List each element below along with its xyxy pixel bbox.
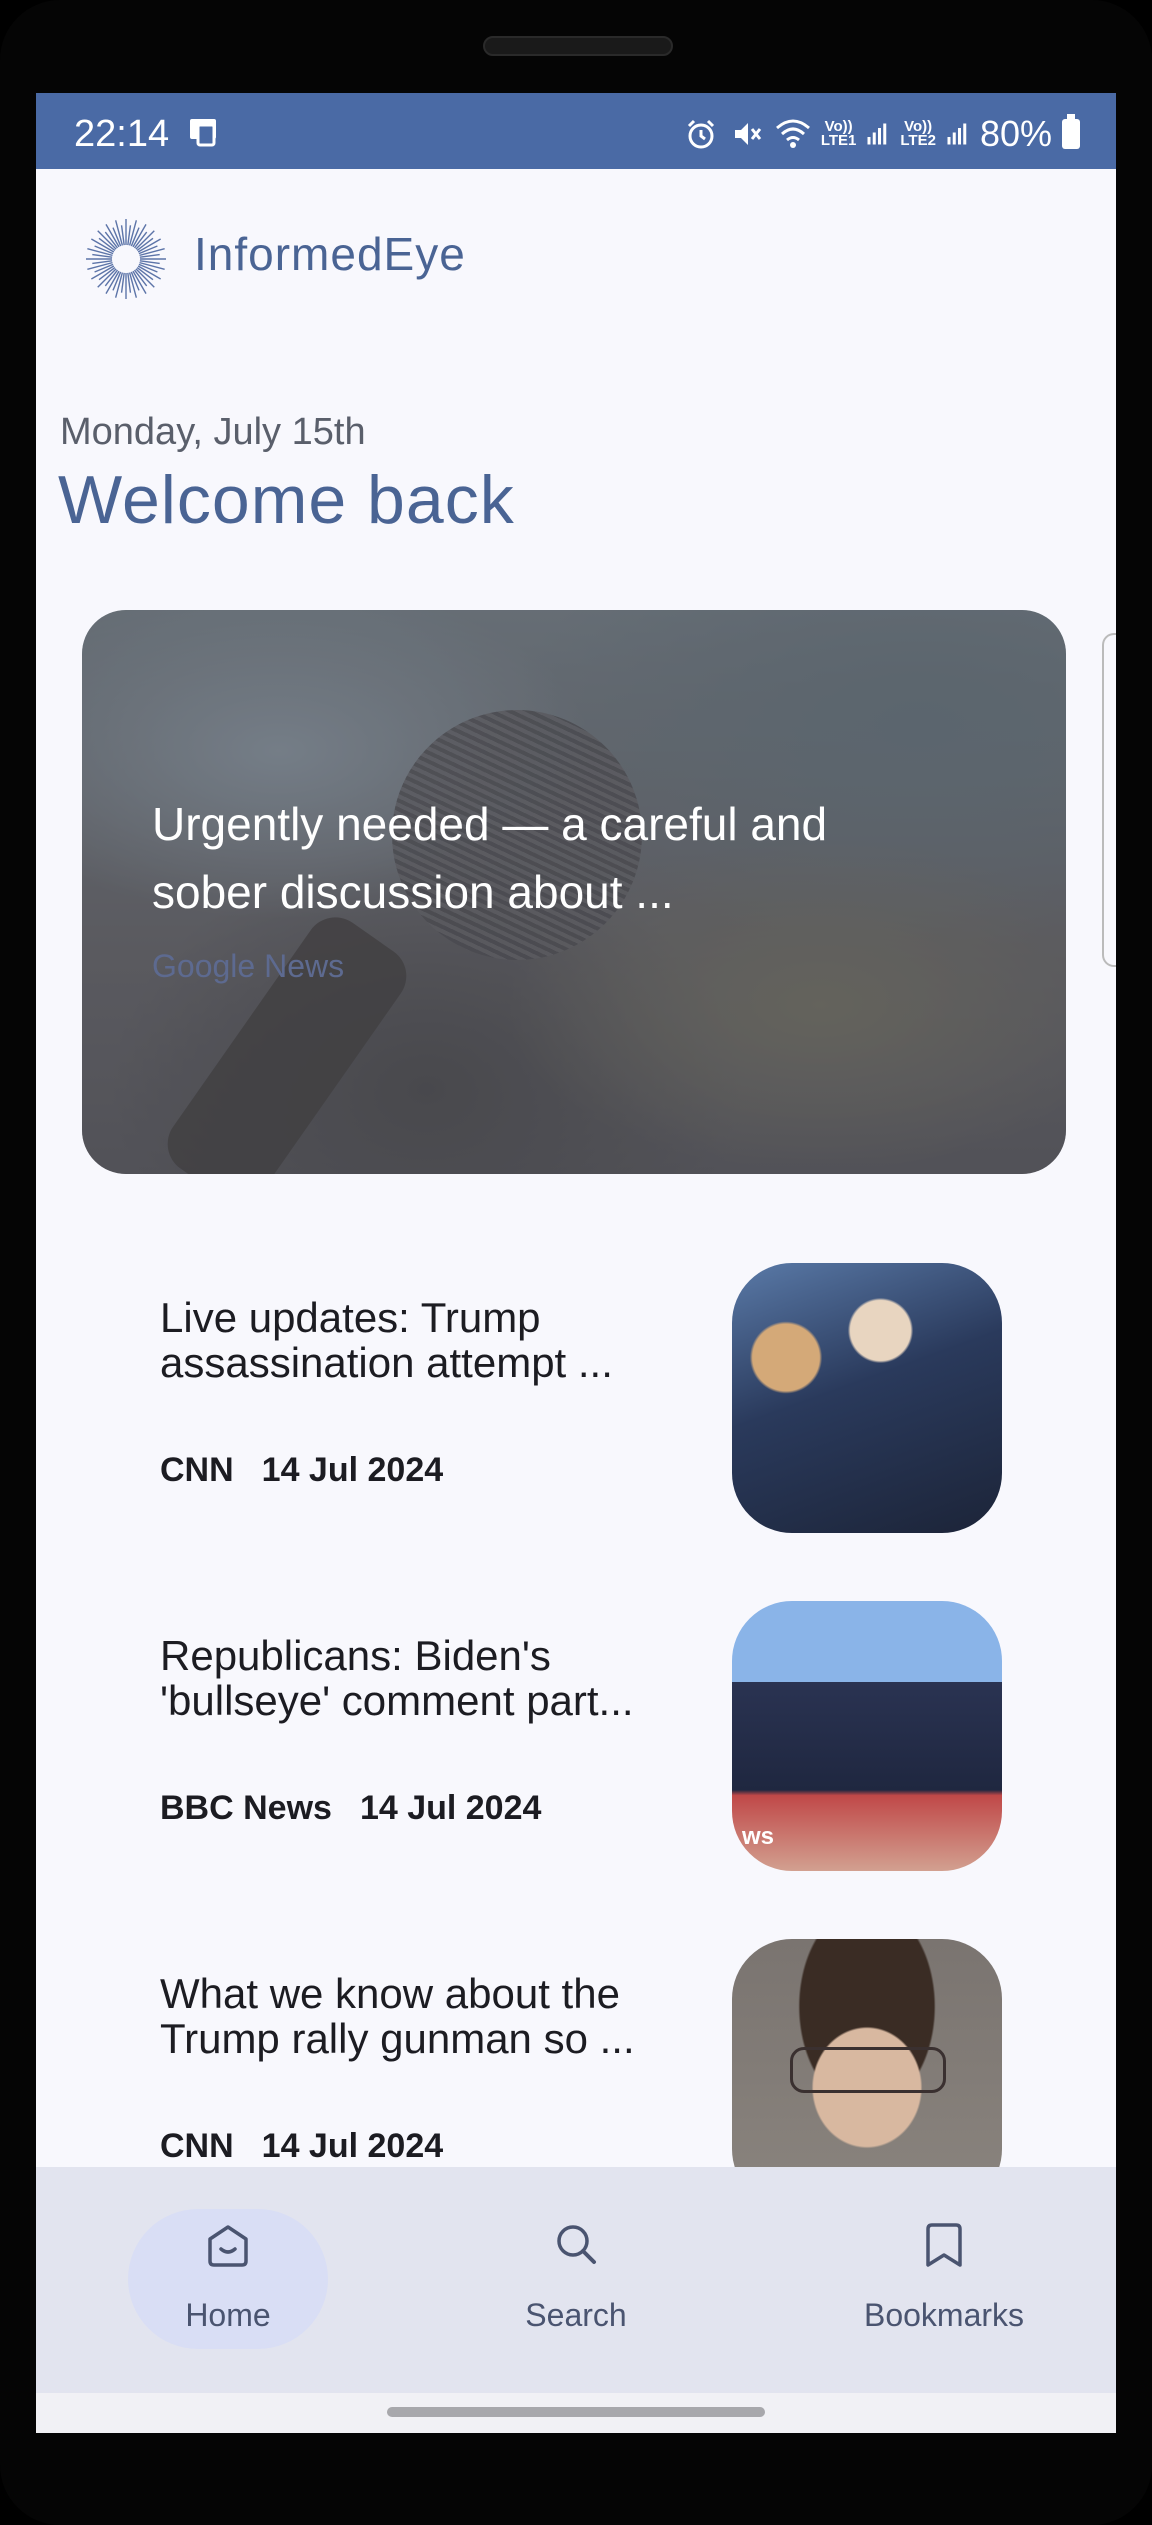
battery-icon [1062, 114, 1080, 149]
nav-search-label: Search [525, 2297, 627, 2333]
nav-bookmarks-label: Bookmarks [863, 2297, 1025, 2333]
status-time: 22:14 [74, 113, 170, 155]
current-date: Monday, July 15th [60, 411, 366, 453]
sunburst-logo-icon [86, 219, 166, 299]
status-bar: 22:14 Vo)) LTE1 Vo)) LTE2 80% [36, 93, 1116, 169]
mute-icon [734, 123, 761, 145]
article-meta: CNN 14 Jul 2024 [160, 1451, 471, 1490]
article-meta: BBC News 14 Jul 2024 [160, 1789, 569, 1828]
battery-percent: 80% [979, 113, 1052, 154]
phone-frame: 22:14 Vo)) LTE1 Vo)) LTE2 80% InformedEy… [0, 0, 1152, 2525]
earpiece-speaker [483, 36, 673, 56]
article-source: BBC News [160, 1789, 332, 1827]
thumbnail-watermark: ws [742, 1823, 775, 1850]
screen: 22:14 Vo)) LTE1 Vo)) LTE2 80% InformedEy… [36, 93, 1116, 2433]
nav-bookmarks[interactable]: Bookmarks [794, 2167, 1094, 2393]
featured-article-source: Google News [152, 948, 345, 984]
home-gesture-bar[interactable] [387, 2407, 765, 2417]
nav-home-label: Home [185, 2297, 271, 2333]
app-name: InformedEye [194, 228, 466, 280]
volte1-indicator: Vo)) LTE1 [820, 118, 857, 149]
signal-icon [867, 123, 887, 145]
article-title: Live updates: Trump assassination attemp… [160, 1294, 613, 1386]
carousel-next-card-peek[interactable] [1102, 633, 1116, 967]
signal-icon [947, 123, 967, 145]
article-date: 14 Jul 2024 [359, 1789, 542, 1827]
article-title: What we know about the Trump rally gunma… [160, 1970, 635, 2062]
alarm-icon [687, 119, 714, 149]
portrait-glasses [790, 2047, 946, 2093]
article-list-item[interactable]: Republicans: Biden's 'bullseye' comment … [36, 1601, 1116, 1871]
article-list-item[interactable]: Live updates: Trump assassination attemp… [36, 1263, 1116, 1533]
home-icon [208, 2225, 248, 2267]
article-source: CNN [160, 1451, 234, 1489]
cast-icon [190, 119, 216, 147]
gesture-area [36, 2393, 1116, 2433]
welcome-heading: Welcome back [58, 462, 515, 538]
article-thumbnail [732, 1263, 1002, 1533]
app-bar: InformedEye [36, 169, 1116, 319]
bottom-navigation: Home Search Bookmarks [36, 2167, 1116, 2393]
search-icon [557, 2225, 596, 2264]
nav-home[interactable]: Home [78, 2167, 378, 2393]
article-date: 14 Jul 2024 [261, 2127, 444, 2165]
article-title: Republicans: Biden's 'bullseye' comment … [160, 1632, 634, 1724]
article-date: 14 Jul 2024 [261, 1451, 444, 1489]
status-icons: Vo)) LTE1 Vo)) LTE2 80% [683, 113, 1080, 155]
article-meta: CNN 14 Jul 2024 [160, 2127, 471, 2166]
wifi-icon [775, 119, 810, 148]
bookmark-icon [926, 2223, 962, 2267]
featured-article-card[interactable]: Urgently needed — a careful and sober di… [82, 610, 1066, 1174]
article-source: CNN [160, 2127, 234, 2165]
article-thumbnail: ws [732, 1601, 1002, 1871]
volte2-indicator: Vo)) LTE2 [900, 118, 936, 149]
nav-search[interactable]: Search [426, 2167, 726, 2393]
featured-article-title: Urgently needed — a careful and sober di… [152, 798, 828, 918]
